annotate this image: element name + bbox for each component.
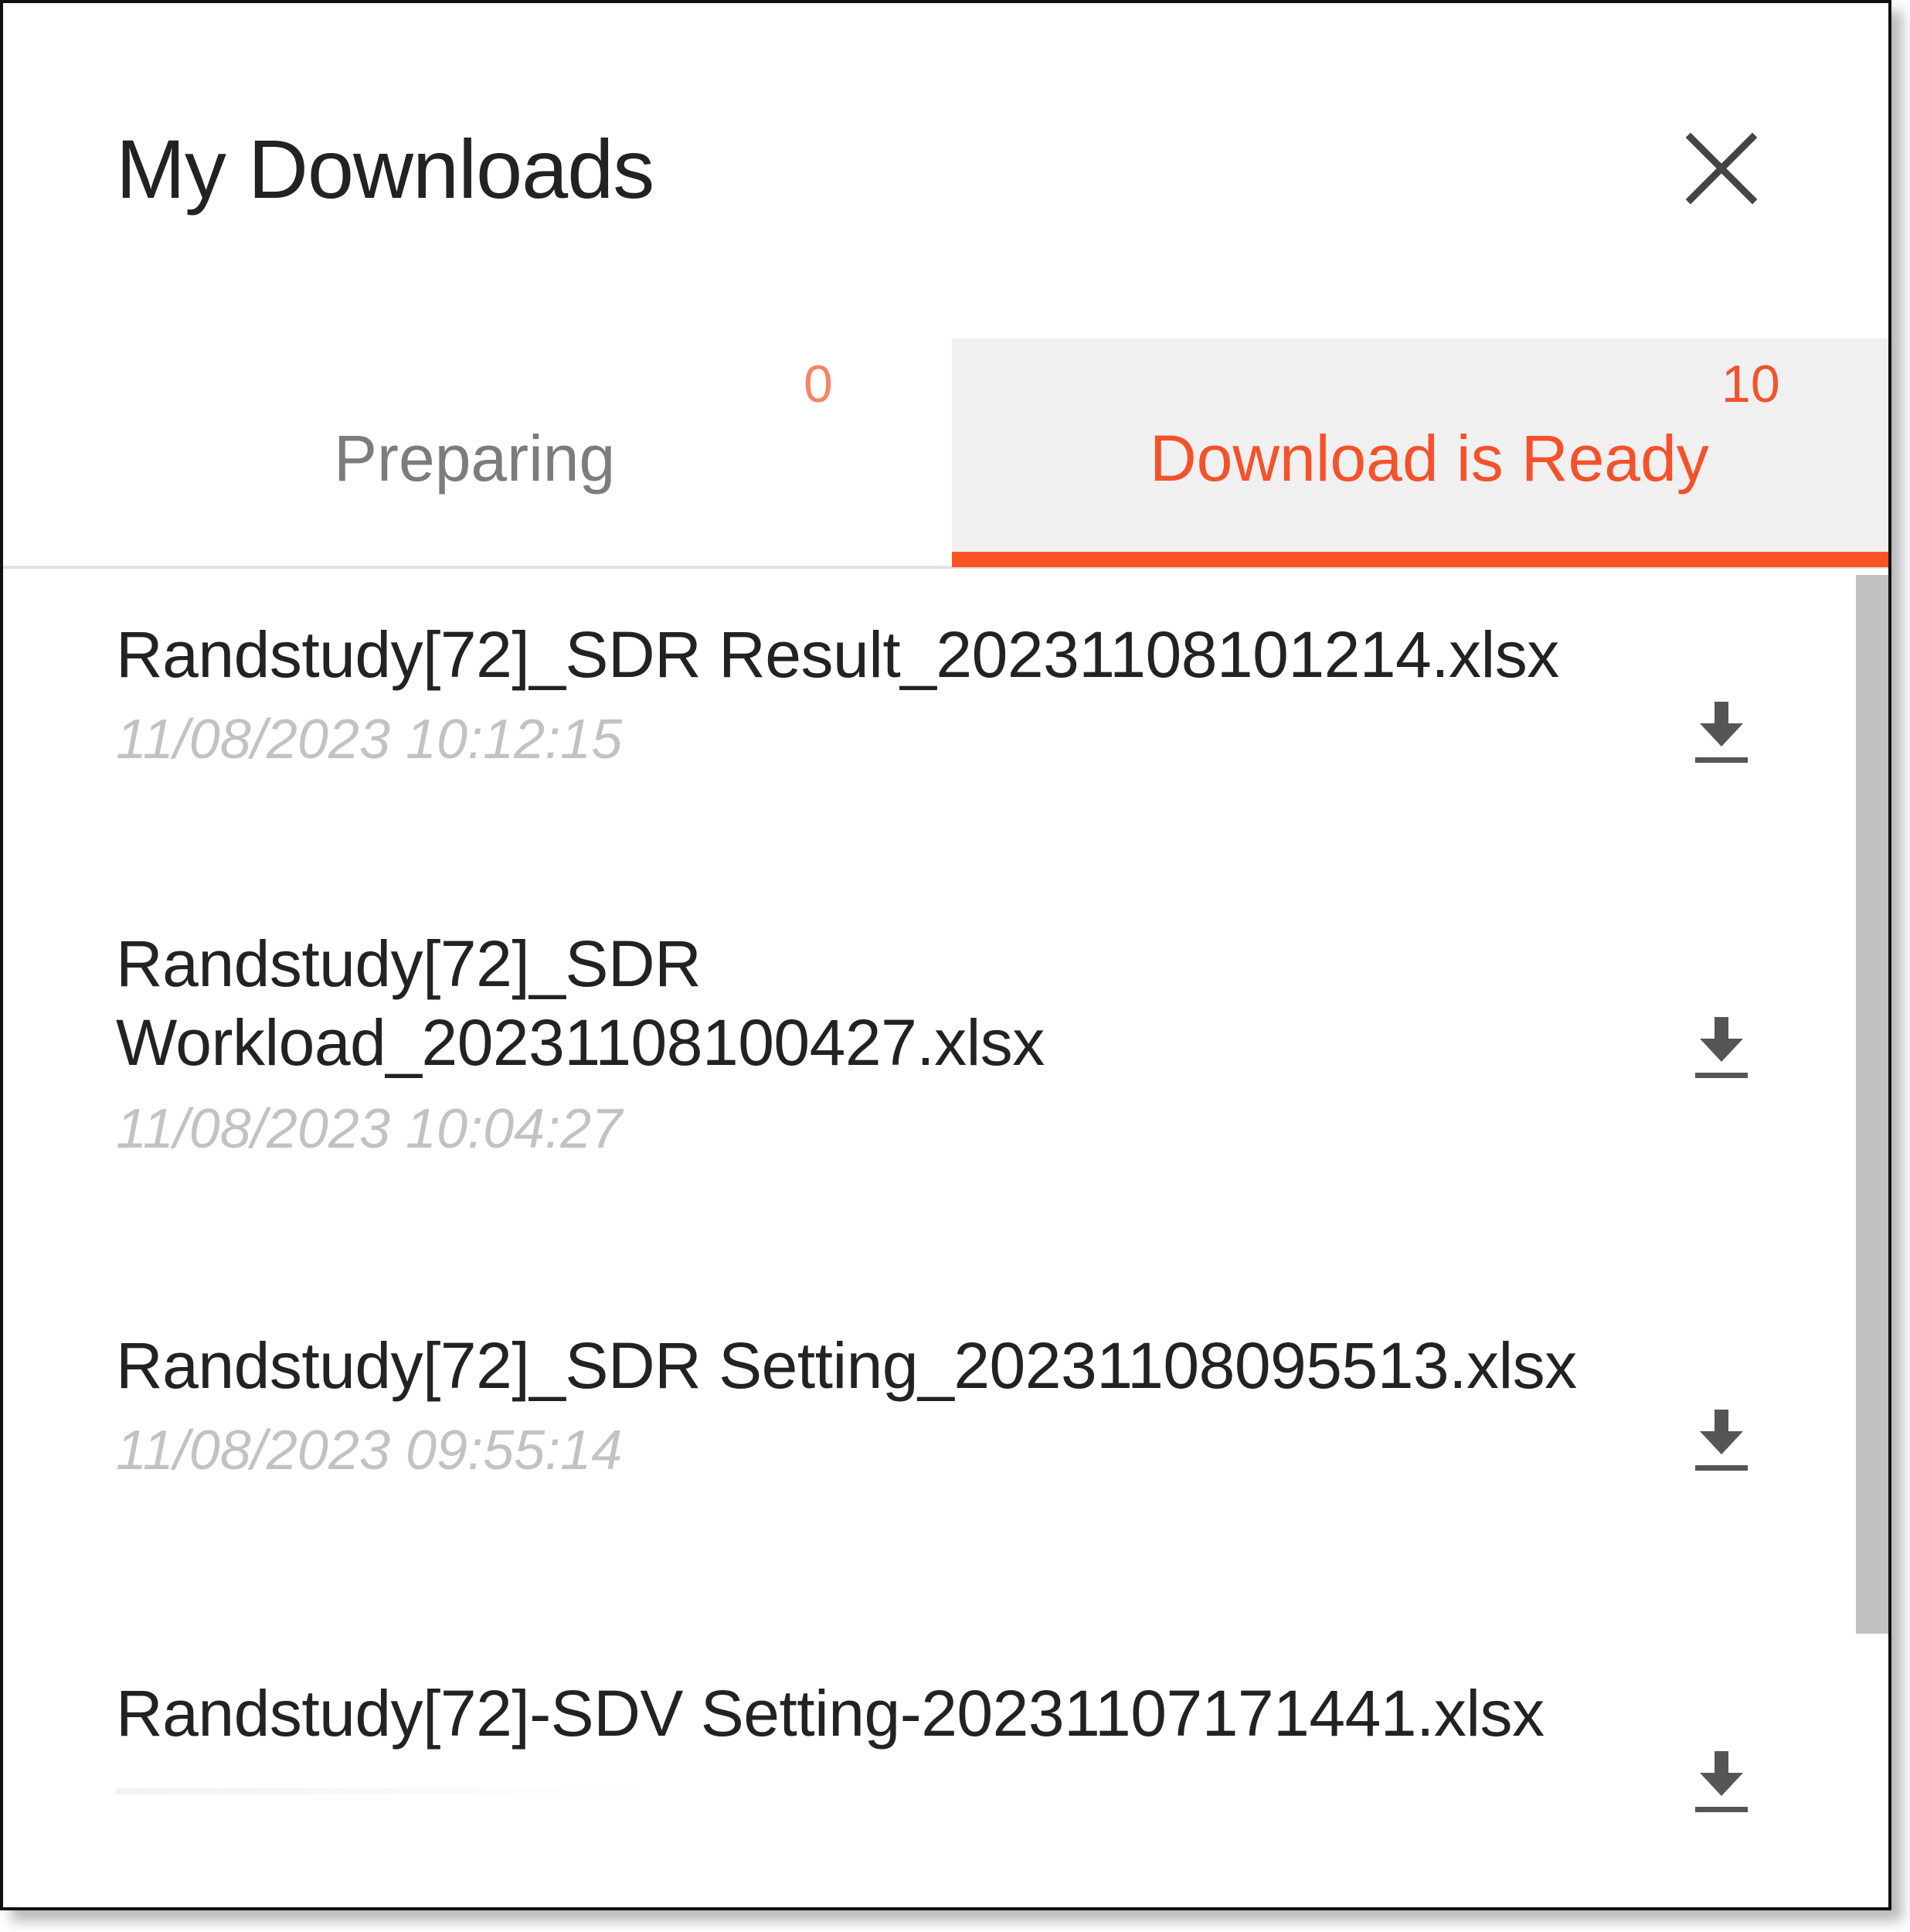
file-name: Randstudy[72]_SDR Workload_2023110810042… [116,927,1045,1079]
tab-preparing-label: Preparing [334,422,616,495]
list-item: Randstudy[72]_SDR Setting_20231108095513… [3,1286,1842,1634]
download-icon [1695,1751,1748,1812]
download-icon [1695,702,1748,763]
panel-title: My Downloads [116,122,654,216]
active-tab-indicator [952,552,1888,567]
file-name: Randstudy[72]_SDR Setting_20231108095513… [116,1329,1577,1402]
tab-preparing-count-badge: 0 [804,355,833,413]
download-icon [1695,1017,1748,1078]
download-icon [1695,1410,1748,1471]
close-icon [1685,132,1758,205]
download-button[interactable] [1692,1406,1751,1473]
file-date: 11/08/2023 10:12:15 [116,709,623,770]
file-date: 11/08/2023 10:04:27 [116,1098,623,1160]
tab-download-ready-label: Download is Ready [1150,422,1709,495]
close-button[interactable] [1684,131,1759,206]
download-button[interactable] [1692,1748,1751,1815]
downloads-list[interactable]: Randstudy[72]_SDR Result_20231108101214.… [3,575,1888,1821]
tab-download-ready-count-badge: 10 [1721,355,1780,413]
list-item: Randstudy[72]_SDR Workload_2023110810042… [3,884,1842,1286]
file-name: Randstudy[72]-SDV Setting-20231107171441… [116,1677,1545,1750]
tab-download-ready[interactable]: Download is Ready 10 [952,338,1888,567]
file-date: 11/08/2023 09:55:14 [116,1420,623,1481]
list-item: Randstudy[72]_SDR Result_20231108101214.… [3,575,1842,884]
tab-preparing[interactable]: Preparing 0 [3,338,952,567]
file-name: Randstudy[72]_SDR Result_20231108101214.… [116,618,1559,691]
download-button[interactable] [1692,699,1751,765]
scrollbar-thumb[interactable] [1856,575,1888,1634]
tab-bar: Preparing 0 Download is Ready 10 [3,338,1888,570]
clipped-date-fragment [116,1788,657,1794]
download-button[interactable] [1692,1014,1751,1080]
downloads-panel: My Downloads Preparing 0 Download is Rea… [0,0,1891,1910]
